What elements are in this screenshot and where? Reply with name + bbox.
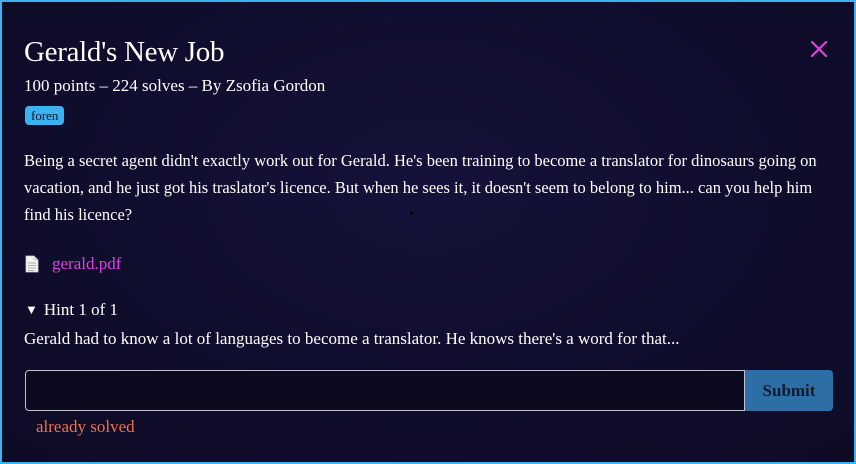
- attachment-link[interactable]: gerald.pdf: [52, 254, 121, 274]
- hint-label: Hint 1 of 1: [43, 300, 119, 319]
- attachment: gerald.pdf: [25, 253, 121, 275]
- challenge-modal: Gerald's New Job 100 points – 224 solves…: [0, 0, 856, 464]
- challenge-meta: 100 points – 224 solves – By Zsofia Gord…: [24, 76, 326, 95]
- challenge-title: Gerald's New Job: [24, 36, 225, 68]
- file-icon: [25, 255, 39, 273]
- hint-toggle[interactable]: ▼ Hint 1 of 1: [25, 299, 118, 321]
- hint-text: Gerald had to know a lot of languages to…: [24, 329, 680, 348]
- submit-button[interactable]: Submit: [745, 370, 833, 411]
- solve-status: already solved: [36, 417, 135, 436]
- triangle-down-icon: ▼: [25, 302, 38, 317]
- flag-input[interactable]: [25, 370, 745, 411]
- close-icon[interactable]: [806, 36, 832, 62]
- challenge-description: Being a secret agent didn't exactly work…: [24, 151, 817, 224]
- stray-dot: [410, 212, 413, 215]
- category-tag: foren: [25, 106, 65, 125]
